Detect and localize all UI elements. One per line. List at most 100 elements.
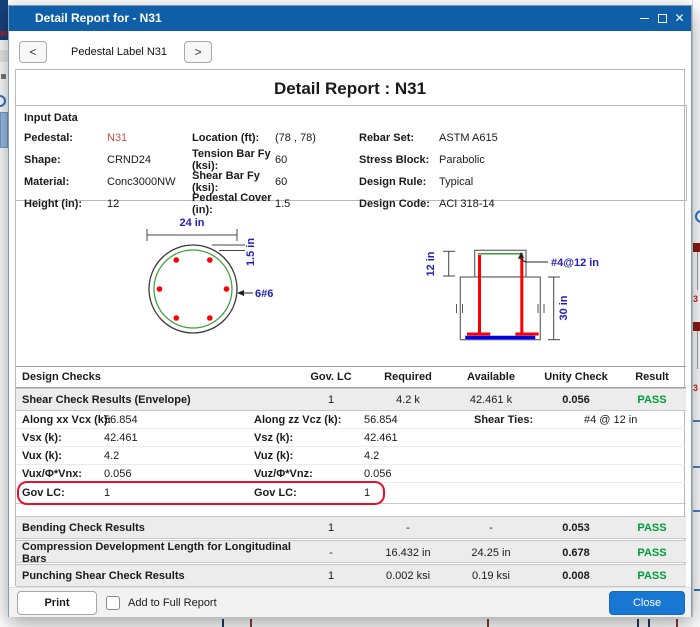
bending-check-row: Bending Check Results 1 - - 0.053 PASS xyxy=(16,516,686,539)
detail-label: Vux/Φ*Vnx: xyxy=(22,465,82,483)
background-left-strip: w xyxy=(0,0,8,627)
background-line xyxy=(697,252,698,290)
field-label: Shear Bar Fy (ksi): xyxy=(192,170,275,194)
arrow-left-icon xyxy=(237,290,244,296)
field-value: 1.5 xyxy=(275,198,359,210)
print-button[interactable]: Print xyxy=(17,591,97,615)
titlebar-close-button[interactable]: ✕ xyxy=(671,10,688,27)
add-to-full-report-checkbox[interactable] xyxy=(106,596,120,610)
report-title: Detail Report : N31 xyxy=(16,79,684,99)
background-circle-fragment xyxy=(695,210,700,223)
footing-outline xyxy=(460,277,540,340)
input-data-grid: Pedestal: N31 Location (ft): (78 , 78) R… xyxy=(24,127,682,215)
background-dash xyxy=(693,510,700,512)
column-header: Unity Check xyxy=(534,371,618,383)
detail-value: #4 @ 12 in xyxy=(584,411,637,429)
pedestal-navigation-row: < Pedestal Label N31 > xyxy=(9,31,691,69)
maximize-button[interactable] xyxy=(654,10,671,27)
required-value: 16.432 in xyxy=(368,547,448,559)
detail-value: 56.854 xyxy=(104,411,138,429)
field-value: Conc3000NW xyxy=(107,176,192,188)
field-value: (78 , 78) xyxy=(275,132,359,144)
field-label: Tension Bar Fy (ksi): xyxy=(192,148,275,172)
detail-value: 42.461 xyxy=(104,429,138,447)
result-badge: PASS xyxy=(618,547,686,559)
field-label: Height (in): xyxy=(24,198,107,210)
rebar-dot xyxy=(207,315,213,321)
check-name: Compression Development Length for Longi… xyxy=(16,541,294,565)
maximize-icon xyxy=(658,14,667,23)
check-name: Bending Check Results xyxy=(16,522,294,534)
background-grid-tick xyxy=(222,619,224,627)
background-grid-tick xyxy=(648,619,650,627)
input-data-section: Input Data Pedestal: N31 Location (ft): … xyxy=(15,105,687,201)
cover-dimension-label: 1.5 in xyxy=(245,238,257,266)
detail-label: Gov LC: xyxy=(22,483,65,504)
required-value: 4.2 k xyxy=(368,394,448,406)
minimize-button[interactable] xyxy=(636,10,653,27)
next-pedestal-button[interactable]: > xyxy=(184,41,212,63)
check-name: Shear Check Results (Envelope) xyxy=(16,394,294,406)
unity-check-value: 0.008 xyxy=(534,570,618,582)
close-icon: ✕ xyxy=(674,11,684,25)
detail-value: 1 xyxy=(364,483,370,504)
chevron-right-icon: > xyxy=(194,45,201,59)
column-header: Gov. LC xyxy=(294,371,368,383)
pedestal-nav-label: Pedestal Label N31 xyxy=(71,46,167,58)
field-value: Parabolic xyxy=(439,154,682,166)
detail-value: 56.854 xyxy=(364,411,398,429)
detail-value: 0.056 xyxy=(364,465,392,483)
previous-pedestal-button[interactable]: < xyxy=(19,41,47,63)
field-label: Pedestal: xyxy=(24,132,107,144)
background-line xyxy=(694,589,700,591)
gov-lc-value: 1 xyxy=(294,394,368,406)
minimize-icon xyxy=(640,18,649,19)
dialog-title: Detail Report for - N31 xyxy=(35,11,162,25)
background-text-fragment: 3 xyxy=(693,383,698,393)
background-text-fragment: w xyxy=(0,28,7,38)
column-header: Available xyxy=(448,371,534,383)
detail-label: Along xx Vcx (k): xyxy=(22,411,111,429)
background-gray-row xyxy=(0,50,8,62)
background-grid-tick xyxy=(250,619,252,627)
tie-spacing-label: #4@12 in xyxy=(551,257,599,269)
result-badge: PASS xyxy=(618,522,686,534)
check-name: Punching Shear Check Results xyxy=(16,570,294,582)
field-value: CRND24 xyxy=(107,154,192,166)
detail-value: 1 xyxy=(104,483,110,504)
available-value: 0.19 ksi xyxy=(448,570,534,582)
field-label: Stress Block: xyxy=(359,154,439,166)
required-value: 0.002 ksi xyxy=(368,570,448,582)
pedestal-height-label: 12 in xyxy=(425,251,437,276)
background-marker xyxy=(693,243,700,252)
background-dash xyxy=(693,420,700,422)
field-value: Typical xyxy=(439,176,682,188)
pedestal-elevation-diagram: 12 in 30 in #4@12 in xyxy=(412,242,604,350)
close-button[interactable]: Close xyxy=(609,591,685,615)
detail-label: Vsz (k): xyxy=(254,429,293,447)
dialog-titlebar[interactable]: Detail Report for - N31 ✕ xyxy=(9,6,691,31)
available-value: 42.461 k xyxy=(448,394,534,406)
background-text-fragment: 3 xyxy=(693,294,698,304)
background-grid-tick xyxy=(676,619,678,627)
detail-value: 4.2 xyxy=(364,447,379,465)
unity-check-value: 0.678 xyxy=(534,547,618,559)
detail-label: Vsx (k): xyxy=(22,429,62,447)
detail-label: Vuz/Φ*Vnz: xyxy=(254,465,313,483)
background-line xyxy=(697,331,698,369)
field-value: 12 xyxy=(107,198,192,210)
shear-envelope-row: Shear Check Results (Envelope) 1 4.2 k 4… xyxy=(16,388,686,411)
rebar-dot xyxy=(207,257,213,263)
gov-lc-value: - xyxy=(294,547,368,559)
available-value: 24.25 in xyxy=(448,547,534,559)
shear-detail-row: Along xx Vcx (k): 56.854 Along zz Vcz (k… xyxy=(16,411,686,429)
development-length-row: Compression Development Length for Longi… xyxy=(16,540,686,563)
detail-label: Vuz (k): xyxy=(254,447,293,465)
pedestal-id-value: N31 xyxy=(107,132,192,144)
rebar-dot xyxy=(224,286,230,292)
rebar-dot xyxy=(174,315,180,321)
punching-shear-row: Punching Shear Check Results 1 0.002 ksi… xyxy=(16,564,686,587)
input-data-heading: Input Data xyxy=(24,112,78,124)
report-panel: Detail Report : N31 Input Data Pedestal:… xyxy=(15,69,685,586)
background-grid-tick xyxy=(487,619,489,627)
